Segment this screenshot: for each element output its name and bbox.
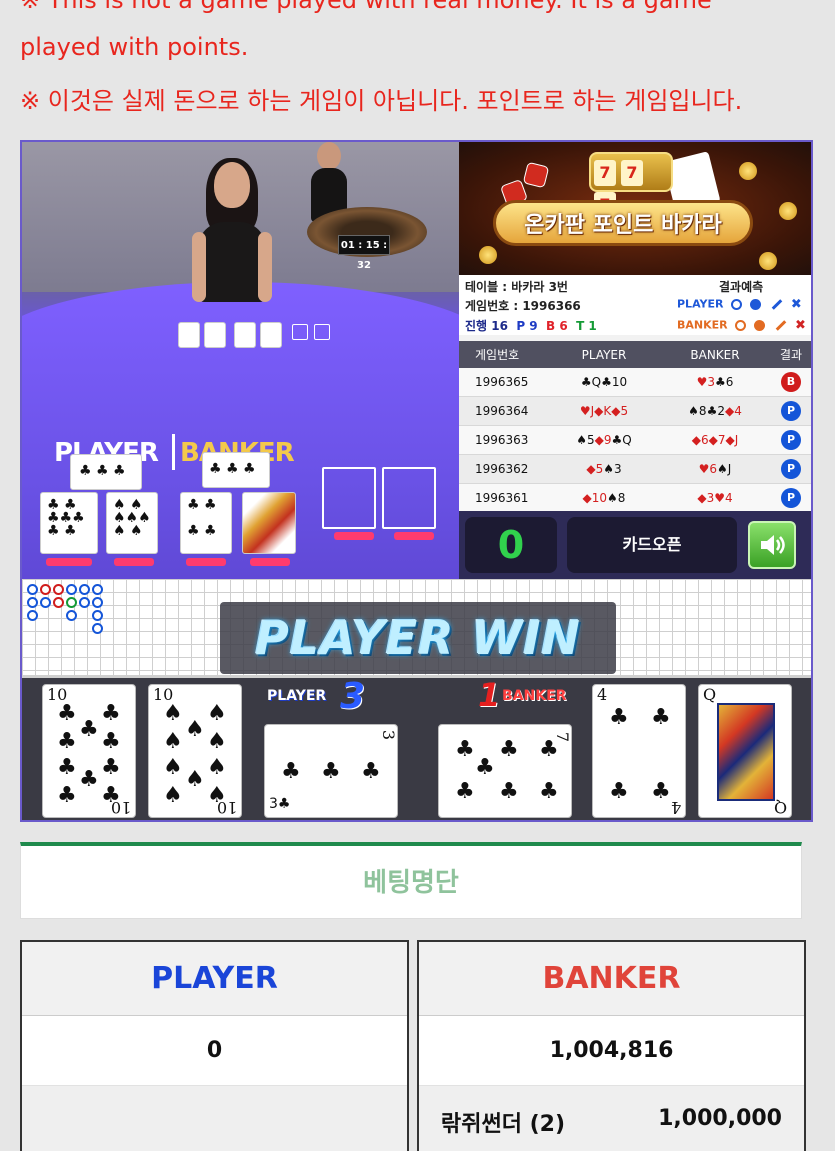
- bead-marker: [27, 610, 38, 621]
- predict-player-ring-icon[interactable]: [731, 299, 743, 310]
- bead-marker: [27, 584, 38, 595]
- table-card: ♣ ♣ ♣: [202, 452, 270, 488]
- result-badge: P: [781, 430, 801, 450]
- prediction-banker: BANKER ✖: [677, 318, 806, 333]
- history-row: 1996364 ♥J◆K◆5 ♠8♣2◆4 P: [459, 397, 811, 426]
- live-dealer-video: 01 : 15 : 32 PLAYER BANKER ♣ ♣ ♣ ♣ ♣♣♣♣♣…: [22, 142, 459, 579]
- predict-banker-dot-icon[interactable]: [754, 320, 766, 331]
- predict-player-dot-icon[interactable]: [750, 299, 762, 310]
- bettor-name: 띾쥐썬더 (2): [441, 1112, 566, 1137]
- player-win-banner: PLAYER WIN: [220, 602, 616, 674]
- history-row: 1996363 ♠5◆9♣Q ◆6◆7◆J P: [459, 426, 811, 455]
- bead-marker: [79, 597, 90, 608]
- predict-banker-pen-icon[interactable]: [775, 320, 787, 331]
- player-bets-total: 0: [22, 1016, 407, 1086]
- prediction-title: 결과예측: [719, 280, 764, 294]
- game-controls: 0 카드오픈: [459, 511, 811, 579]
- bead-marker: [66, 584, 77, 595]
- predict-player-pen-icon[interactable]: [771, 299, 783, 310]
- countdown-display: 0: [465, 517, 557, 573]
- banker-card-1: 7 ♣ ♣ ♣ ♣ ♣ ♣ ♣: [438, 724, 572, 818]
- baccarat-game: 01 : 15 : 32 PLAYER BANKER ♣ ♣ ♣ ♣ ♣♣♣♣♣…: [20, 140, 813, 822]
- bead-marker: [27, 597, 38, 608]
- table-card: ♠ ♠ ♠♠♠ ♠ ♠: [106, 492, 158, 554]
- table-card: [242, 492, 296, 554]
- player-card-3: 3 ♣ ♣ ♣ 3♣: [264, 724, 398, 818]
- bead-marker: [66, 597, 77, 608]
- slot-machine-icon: 777: [589, 152, 673, 218]
- bead-marker: [66, 610, 77, 621]
- notice-english-line2: played with points.: [20, 33, 249, 61]
- player-bets-header: PLAYER: [22, 942, 407, 1016]
- dealer: [192, 158, 272, 302]
- betting-list-title: 베팅명단: [20, 842, 802, 919]
- bead-marker: [79, 584, 90, 595]
- game-info-panel: 777 온카판 포인트 바카라 테이블 : 바카라 3번 게임번호 : 1996…: [459, 142, 811, 579]
- video-timer: 01 : 15 : 32: [338, 235, 390, 271]
- sound-button[interactable]: [748, 521, 796, 569]
- bead-marker: [53, 597, 64, 608]
- banker-bets-column: BANKER 1,004,816 띾쥐썬더 (2) 1,000,000: [417, 940, 806, 1151]
- table-card: ♣ ♣ ♣: [70, 454, 142, 490]
- history-row: 1996362 ◆5♠3 ♥6♠J P: [459, 455, 811, 484]
- notice-korean: ※ 이것은 실제 돈으로 하는 게임이 아닙니다. 포인트로 하는 게임입니다.: [20, 87, 743, 115]
- table-card: ♣ ♣ ♣♣♣ ♣ ♣: [40, 492, 98, 554]
- result-badge: P: [781, 488, 801, 508]
- predict-banker-x-icon[interactable]: ✖: [795, 318, 806, 333]
- table-card: ♣ ♣ ♣ ♣: [180, 492, 232, 554]
- banker-score: 1: [478, 676, 501, 714]
- bead-marker: [92, 597, 103, 608]
- bead-marker: [92, 623, 103, 634]
- history-row: 1996365 ♣Q♣10 ♥3♣6 B: [459, 368, 811, 397]
- bead-marker: [40, 597, 51, 608]
- game-logo-banner: 777 온카판 포인트 바카라: [459, 142, 811, 275]
- player-card-1: 10 10 ♣ ♣ ♣ ♣ ♣ ♣ ♣ ♣ ♣ ♣: [42, 684, 136, 818]
- predict-player-x-icon[interactable]: ✖: [791, 297, 802, 312]
- banker-card-3: Q Q: [698, 684, 792, 818]
- result-badge: P: [781, 401, 801, 421]
- bead-marker: [40, 584, 51, 595]
- result-player-label: PLAYER: [267, 688, 327, 704]
- result-banker-label: BANKER: [502, 688, 567, 704]
- banker-card-2: 4 4 ♣ ♣ ♣ ♣: [592, 684, 686, 818]
- bead-marker: [92, 610, 103, 621]
- result-badge: B: [781, 372, 801, 392]
- table-info: 테이블 : 바카라 3번 게임번호 : 1996366 진행 16 P 9 B …: [459, 275, 811, 335]
- table-name: 테이블 : 바카라 3번: [465, 280, 568, 294]
- bead-marker: [53, 584, 64, 595]
- banker-bets-header: BANKER: [419, 942, 804, 1016]
- card-open-button[interactable]: 카드오픈: [567, 517, 737, 573]
- speaker-icon: [761, 535, 785, 555]
- game-title: 온카판 포인트 바카라: [524, 213, 722, 238]
- round-result: PLAYER 3 1 BANKER 10 10 ♣ ♣ ♣ ♣ ♣ ♣ ♣ ♣ ♣ ♣ …: [22, 675, 811, 820]
- progress-stats: 진행 16 P 9 B 6 T 1: [465, 319, 597, 333]
- player-card-2: 10 10 ♠ ♠ ♠ ♠ ♠ ♠ ♠ ♠ ♠ ♠: [148, 684, 242, 818]
- predict-banker-ring-icon[interactable]: [735, 320, 747, 331]
- player-bets-column: PLAYER 0: [20, 940, 409, 1151]
- game-history-table: 게임번호 PLAYER BANKER 결과 1996365 ♣Q♣10 ♥3♣6 B 1…: [459, 341, 811, 513]
- bead-marker: [92, 584, 103, 595]
- banker-bet-entry: 띾쥐썬더 (2) 1,000,000: [419, 1086, 804, 1151]
- bet-amount: 1,000,000: [658, 1106, 782, 1131]
- banker-bets-total: 1,004,816: [419, 1016, 804, 1086]
- game-number: 게임번호 : 1996366: [465, 299, 581, 313]
- player-score: 3: [340, 676, 366, 717]
- prediction-player: PLAYER ✖: [677, 297, 802, 312]
- notice-english-line1: ※ This is not a game played with real mo…: [20, 0, 712, 14]
- player-bets-empty-row: [22, 1086, 407, 1151]
- history-row: 1996361 ◆10♠8 ◆3♥4 P: [459, 484, 811, 513]
- history-header: 게임번호 PLAYER BANKER 결과: [459, 341, 811, 368]
- result-badge: P: [781, 459, 801, 479]
